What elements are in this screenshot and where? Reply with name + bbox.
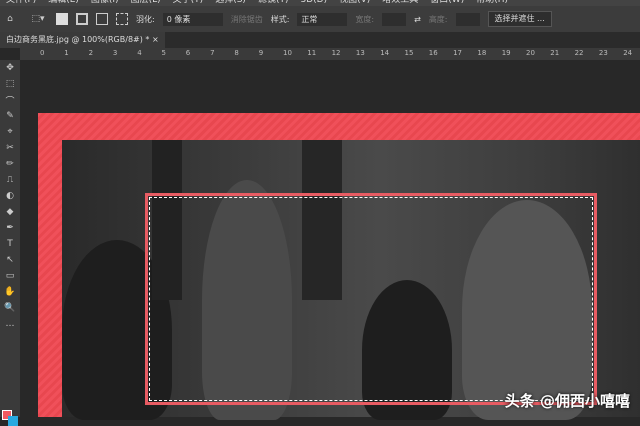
home-icon[interactable]: ⌂: [0, 11, 20, 27]
tool-icon[interactable]: T: [0, 236, 20, 252]
ruler-tick-label: 19: [502, 49, 511, 57]
ruler-tick-label: 23: [599, 49, 608, 57]
ruler-tick-label: 14: [380, 49, 389, 57]
ruler-tick-label: 4: [137, 49, 141, 57]
document-tab-bar: 白边商务黑底.jpg @ 100%(RGB/8#) * ×: [0, 32, 640, 48]
ruler-tick-label: 2: [89, 49, 93, 57]
tool-icon[interactable]: ▭: [0, 268, 20, 284]
tool-icon[interactable]: ◆: [0, 204, 20, 220]
ruler-tick-label: 3: [113, 49, 117, 57]
ruler-tick-label: 11: [307, 49, 316, 57]
options-bar: ⌂ ⬚▾ 羽化: 0 像素 消除锯齿 样式: 正常 宽度: ⇄ 高度: 选择并遮…: [0, 6, 640, 32]
ruler-tick-label: 18: [477, 49, 486, 57]
tool-icon[interactable]: ✂: [0, 140, 20, 156]
tools-panel: ✥⬚⌒✎⌖✂✏⎍◐◆✒T↖▭✋🔍…: [0, 60, 20, 417]
tool-icon[interactable]: ⌖: [0, 124, 20, 140]
background-color-swatch[interactable]: [8, 416, 18, 426]
style-label: 样式:: [271, 14, 290, 25]
swap-icon[interactable]: ⇄: [414, 15, 421, 24]
ruler-tick-label: 17: [453, 49, 462, 57]
ruler-tick-label: 10: [283, 49, 292, 57]
horizontal-ruler: 0123456789101112131415161718192021222324: [20, 48, 640, 60]
feather-label: 羽化:: [136, 14, 155, 25]
tool-icon[interactable]: ◐: [0, 188, 20, 204]
tool-icon[interactable]: ⌒: [0, 92, 20, 108]
tool-icon[interactable]: ✎: [0, 108, 20, 124]
ruler-tick-label: 12: [332, 49, 341, 57]
new-selection-icon[interactable]: [56, 13, 68, 25]
feather-input[interactable]: 0 像素: [163, 13, 223, 26]
ruler-tick-label: 7: [210, 49, 214, 57]
ruler-tick-label: 8: [234, 49, 238, 57]
height-label: 高度:: [429, 14, 448, 25]
intersect-selection-icon[interactable]: [116, 13, 128, 25]
tab-title: 白边商务黑底.jpg @ 100%(RGB/8#) *: [6, 35, 149, 44]
ruler-tick-label: 16: [429, 49, 438, 57]
select-and-mask-button[interactable]: 选择并遮住 ...: [488, 11, 552, 27]
width-input[interactable]: [382, 13, 406, 26]
ruler-tick-label: 24: [623, 49, 632, 57]
tool-icon[interactable]: 🔍: [0, 300, 20, 316]
ruler-tick-label: 20: [526, 49, 535, 57]
marquee-selection[interactable]: [145, 193, 597, 405]
marquee-preset-icon[interactable]: ⬚▾: [28, 11, 48, 27]
tool-icon[interactable]: ↖: [0, 252, 20, 268]
tool-icon[interactable]: ⬚: [0, 76, 20, 92]
style-select[interactable]: 正常: [297, 13, 347, 26]
ruler-tick-label: 0: [40, 49, 44, 57]
tool-icon[interactable]: ✏: [0, 156, 20, 172]
tool-icon[interactable]: ✋: [0, 284, 20, 300]
tool-icon[interactable]: ✥: [0, 60, 20, 76]
ruler-tick-label: 22: [575, 49, 584, 57]
ruler-tick-label: 1: [64, 49, 68, 57]
ruler-tick-label: 21: [550, 49, 559, 57]
subtract-selection-icon[interactable]: [96, 13, 108, 25]
add-selection-icon[interactable]: [76, 13, 88, 25]
antialias-checkbox[interactable]: 消除锯齿: [231, 14, 263, 25]
ruler-tick-label: 9: [259, 49, 263, 57]
document-tab[interactable]: 白边商务黑底.jpg @ 100%(RGB/8#) * ×: [0, 32, 165, 48]
ruler-tick-label: 5: [162, 49, 166, 57]
ruler-tick-label: 13: [356, 49, 365, 57]
ruler-tick-label: 15: [405, 49, 414, 57]
tool-icon[interactable]: ⎍: [0, 172, 20, 188]
width-label: 宽度:: [355, 14, 374, 25]
tool-icon[interactable]: ✒: [0, 220, 20, 236]
watermark: 头条 @佣西小嘻嘻: [505, 390, 630, 411]
close-tab-icon[interactable]: ×: [152, 35, 159, 44]
ruler-tick-label: 6: [186, 49, 190, 57]
height-input[interactable]: [456, 13, 480, 26]
tool-icon[interactable]: …: [0, 316, 20, 332]
